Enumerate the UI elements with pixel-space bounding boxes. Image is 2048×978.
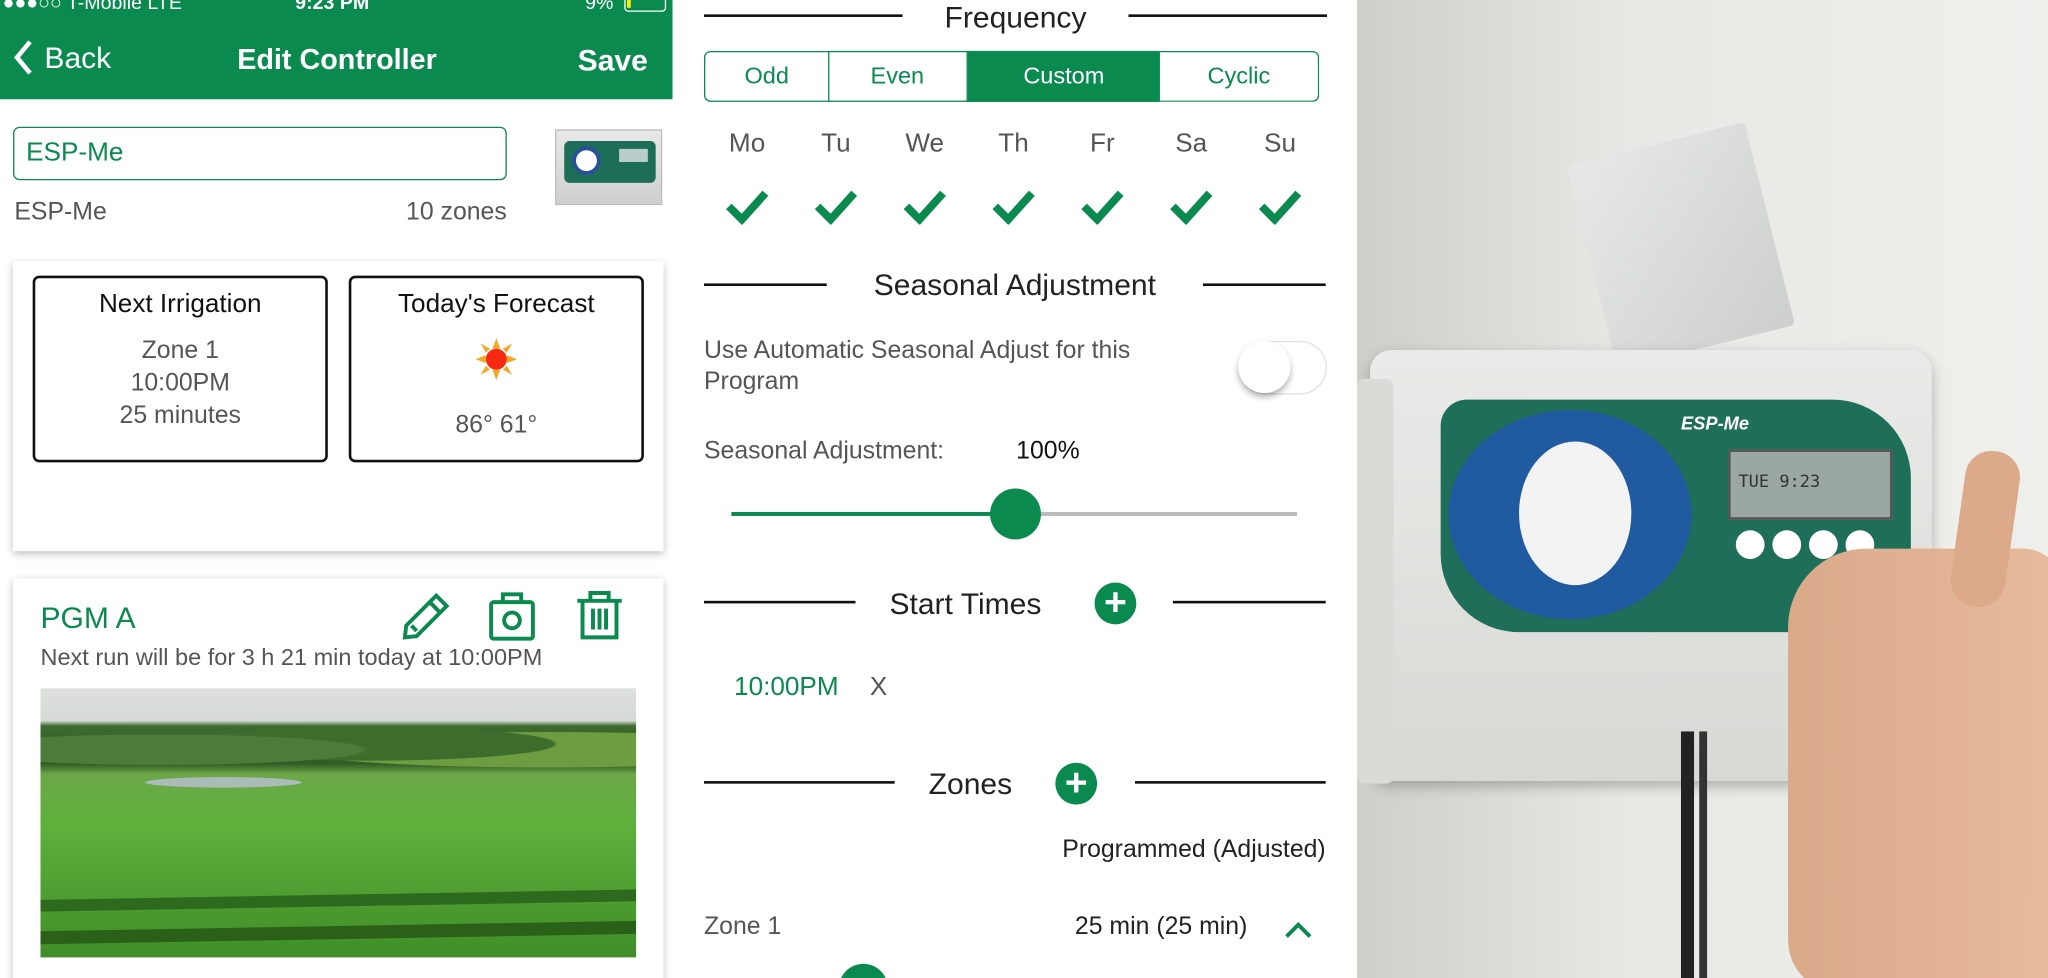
check-icon xyxy=(903,190,946,226)
toggle-knob xyxy=(1238,340,1291,394)
check-icon xyxy=(1258,190,1302,226)
day-checkbox[interactable] xyxy=(721,188,773,231)
zone-duration: 25 min (25 min) xyxy=(1074,912,1248,941)
zone-count: 10 zones xyxy=(406,198,507,226)
chevron-up-icon[interactable] xyxy=(1284,921,1313,939)
day-checkbox[interactable] xyxy=(899,188,951,231)
device-label: ESP-Me xyxy=(1680,412,1750,434)
clock: 9:23 PM xyxy=(295,0,370,15)
battery-percent: 9% xyxy=(585,0,614,15)
check-icon xyxy=(1170,190,1213,226)
controller-model: ESP-Me xyxy=(14,198,107,226)
dashboard-card: Next Irrigation Zone 1 10:00PM 25 minute… xyxy=(13,261,664,813)
start-times-heading: Start Times xyxy=(889,586,1042,621)
sun-icon xyxy=(475,338,518,381)
parts-bag xyxy=(1566,122,1795,370)
zones-column-header: Programmed (Adjusted) xyxy=(1062,835,1326,864)
auto-seasonal-toggle[interactable] xyxy=(1238,340,1328,395)
day-label: We xyxy=(905,129,945,159)
device-display: TUE 9:23 xyxy=(1727,449,1893,520)
day-label: Th xyxy=(998,129,1029,159)
frequency-even[interactable]: Even xyxy=(828,50,968,102)
day-checkbox[interactable] xyxy=(810,188,862,231)
camera-icon[interactable] xyxy=(487,589,537,641)
remove-start-time-button[interactable]: X xyxy=(870,673,887,703)
next-irrigation-title: Next Irrigation xyxy=(98,289,262,319)
day-label: Fr xyxy=(1090,129,1115,159)
day-label: Mo xyxy=(728,129,766,159)
day-checkbox[interactable] xyxy=(1076,188,1128,231)
next-irrigation-card[interactable]: Next Irrigation Zone 1 10:00PM 25 minute… xyxy=(32,275,328,463)
check-icon xyxy=(814,190,858,226)
controller-name-input[interactable]: ESP-Me xyxy=(13,126,507,181)
day-checkbox[interactable] xyxy=(1254,188,1306,231)
add-zone-button[interactable]: + xyxy=(1055,763,1098,805)
battery-icon xyxy=(624,0,667,12)
carrier: ●●●○○ T-Mobile LTE xyxy=(2,0,182,15)
program-settings: Frequency Odd Even Custom Cyclic Mo Tu We T… xyxy=(672,0,1358,978)
controller-photo: ESP-Me TUE 9:23 xyxy=(1357,0,2048,978)
save-button[interactable]: Save xyxy=(578,43,648,78)
page-title: Edit Controller xyxy=(237,43,437,76)
frequency-odd[interactable]: Odd xyxy=(703,50,830,102)
next-run-text: Next run will be for 3 h 21 min today at… xyxy=(40,643,543,671)
check-icon xyxy=(992,190,1035,226)
zones-heading: Zones xyxy=(928,766,1013,801)
program-card[interactable]: PGM A Next run will be for 3 h 21 min to… xyxy=(13,578,664,978)
frequency-heading: Frequency xyxy=(944,0,1087,34)
start-time[interactable]: 10:00PM xyxy=(734,673,839,703)
edit-icon[interactable] xyxy=(401,592,451,642)
check-icon xyxy=(1081,190,1124,226)
seasonal-value: 100% xyxy=(1016,437,1080,465)
thumbs-up-hand xyxy=(1788,548,2048,978)
program-name: PGM A xyxy=(40,600,136,635)
controller-screen: ●●●○○ T-Mobile LTE 9:23 PM 9% Back Edit … xyxy=(0,0,673,978)
frequency-cyclic[interactable]: Cyclic xyxy=(1159,50,1320,102)
day-label: Tu xyxy=(821,129,851,159)
seasonal-label: Seasonal Adjustment: xyxy=(703,437,945,465)
status-bar: ●●●○○ T-Mobile LTE 9:23 PM 9% xyxy=(0,0,673,15)
forecast-card[interactable]: Today's Forecast 86° 61° xyxy=(348,275,644,463)
day-checkbox[interactable] xyxy=(1165,188,1217,231)
frequency-custom[interactable]: Custom xyxy=(967,50,1160,102)
controller-thumbnail[interactable] xyxy=(555,129,663,206)
trash-icon[interactable] xyxy=(575,589,625,641)
add-start-time-button[interactable]: + xyxy=(1094,583,1137,625)
slider-thumb[interactable] xyxy=(989,488,1041,540)
auto-seasonal-label: Use Automatic Seasonal Adjust for this P… xyxy=(703,336,1131,396)
forecast-title: Today's Forecast xyxy=(397,289,595,319)
seasonal-heading: Seasonal Adjustment xyxy=(873,267,1156,302)
slider-fill xyxy=(731,511,1015,516)
seasonal-slider[interactable] xyxy=(731,488,1297,540)
zone-slider-thumb[interactable] xyxy=(838,963,889,978)
day-label: Sa xyxy=(1175,129,1208,159)
check-icon xyxy=(726,190,769,226)
nav-bar: ●●●○○ T-Mobile LTE 9:23 PM 9% Back Edit … xyxy=(0,0,673,100)
next-duration: 25 minutes xyxy=(119,402,241,430)
forecast-temps: 86° 61° xyxy=(455,411,538,439)
next-time: 10:00PM xyxy=(130,369,230,398)
day-label: Su xyxy=(1264,129,1296,159)
program-photo xyxy=(40,688,637,958)
next-zone: Zone 1 xyxy=(141,336,219,365)
day-checkbox[interactable] xyxy=(987,188,1039,231)
zone-name: Zone 1 xyxy=(703,912,782,941)
